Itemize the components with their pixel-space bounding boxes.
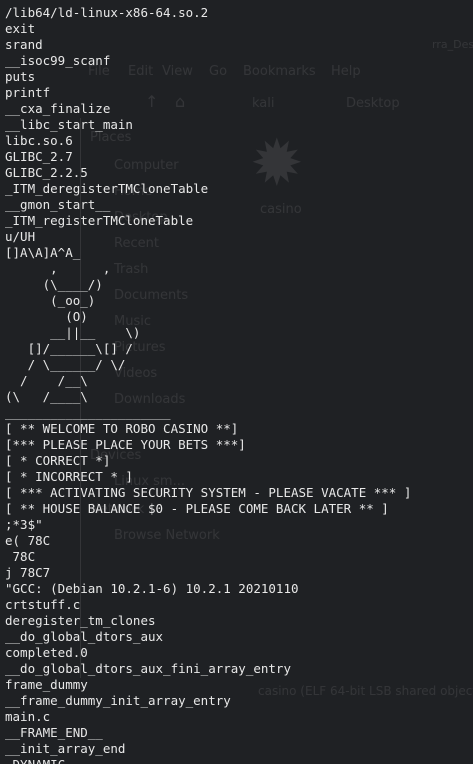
- terminal-line: _ITM_registerTMCloneTable: [5, 213, 194, 228]
- terminal-line: GLIBC_2.2.5: [5, 165, 88, 180]
- terminal-line: __gmon_start__: [5, 197, 111, 212]
- terminal-window[interactable]: rra_Desk File Edit View Go Bookmarks Hel…: [0, 0, 473, 764]
- terminal-line: __init_array_end: [5, 741, 126, 756]
- terminal-line: 78C: [5, 549, 36, 564]
- terminal-line: __||__ \): [5, 325, 141, 340]
- terminal-line: exit: [5, 21, 36, 36]
- terminal-line: __frame_dummy_init_array_entry: [5, 693, 231, 708]
- terminal-line: crtstuff.c: [5, 597, 81, 612]
- terminal-line: ______________________: [5, 405, 171, 420]
- terminal-line: []/______\[] /: [5, 341, 133, 356]
- terminal-line: __FRAME_END__: [5, 725, 103, 740]
- terminal-line: /lib64/ld-linux-x86-64.so.2: [5, 5, 209, 20]
- terminal-line: ;*3$": [5, 517, 43, 532]
- terminal-line: __cxa_finalize: [5, 101, 111, 116]
- terminal-line: deregister_tm_clones: [5, 613, 156, 628]
- terminal-line: frame_dummy: [5, 677, 88, 692]
- terminal-line: "GCC: (Debian 10.2.1-6) 10.2.1 20210110: [5, 581, 299, 596]
- terminal-line: [ ** WELCOME TO ROBO CASINO **]: [5, 421, 239, 436]
- terminal-line: / \______/ \/: [5, 357, 126, 372]
- terminal-line: [ ** HOUSE BALANCE $0 - PLEASE COME BACK…: [5, 501, 389, 516]
- terminal-line: srand: [5, 37, 43, 52]
- terminal-line: (\____/): [5, 277, 103, 292]
- terminal-line: e( 78C: [5, 533, 51, 548]
- terminal-line: (\ /____\: [5, 389, 88, 404]
- terminal-line: []A\A]A^A_: [5, 245, 81, 260]
- terminal-line: (_oo_): [5, 293, 96, 308]
- terminal-line: u/UH: [5, 229, 36, 244]
- terminal-line: __isoc99_scanf: [5, 53, 111, 68]
- terminal-line: __do_global_dtors_aux_fini_array_entry: [5, 661, 291, 676]
- terminal-line: [ *** ACTIVATING SECURITY SYSTEM - PLEAS…: [5, 485, 412, 500]
- terminal-line: j 78C7: [5, 565, 51, 580]
- ghost-tab-title: rra_Desk: [432, 38, 473, 51]
- terminal-line: _DYNAMIC: [5, 757, 411, 764]
- terminal-line: (O): [5, 309, 88, 324]
- terminal-output: /lib64/ld-linux-x86-64.so.2 exit srand __is…: [5, 5, 411, 764]
- terminal-line: main.c: [5, 709, 51, 724]
- terminal-line: libc.so.6: [5, 133, 73, 148]
- terminal-line: [*** PLEASE PLACE YOUR BETS ***]: [5, 437, 246, 452]
- terminal-line: printf: [5, 85, 51, 100]
- terminal-line: puts: [5, 69, 36, 84]
- terminal-line: GLIBC_2.7: [5, 149, 73, 164]
- terminal-line: __libc_start_main: [5, 117, 133, 132]
- terminal-line: __do_global_dtors_aux: [5, 629, 164, 644]
- terminal-line: [ * INCORRECT * ]: [5, 469, 133, 484]
- terminal-line: , ,: [5, 261, 111, 276]
- terminal-line: _ITM_deregisterTMCloneTable: [5, 181, 209, 196]
- terminal-line: / /__\: [5, 373, 88, 388]
- terminal-line: completed.0: [5, 645, 88, 660]
- terminal-line: [ * CORRECT *]: [5, 453, 111, 468]
